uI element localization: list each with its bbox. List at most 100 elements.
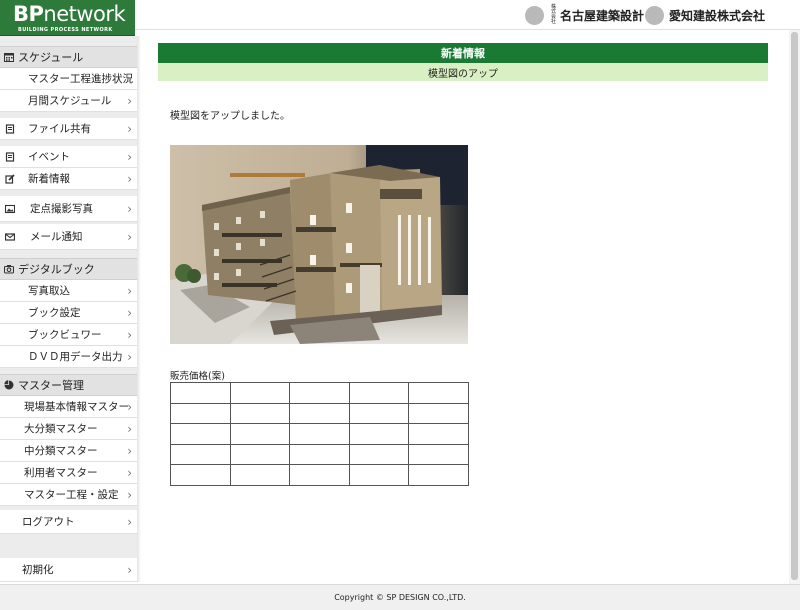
- sidebar-spacer: [0, 250, 137, 258]
- sidebar-item-major-category[interactable]: 大分類マスター ›: [0, 418, 137, 440]
- section-schedule-label: スケジュール: [18, 51, 84, 64]
- article-title: 模型図のアップ: [158, 63, 768, 81]
- chevron-right-icon: ›: [127, 71, 132, 86]
- app-window: 株式会社 名古屋建築設計 愛知建設株式会社 BPnetwork BUILDING…: [0, 0, 800, 610]
- chevron-right-icon: ›: [127, 421, 132, 436]
- model-photo[interactable]: [170, 145, 468, 344]
- section-schedule: スケジュール: [0, 46, 137, 68]
- table-row: [170, 402, 469, 425]
- sidebar-item-label: ファイル共有: [28, 123, 91, 135]
- table-cell: [289, 382, 350, 404]
- chevron-right-icon: ›: [127, 327, 132, 342]
- sidebar-shadow: [137, 36, 141, 582]
- sidebar-item-photo-import[interactable]: 写真取込 ›: [0, 280, 137, 302]
- logo-wordmark: BPnetwork: [13, 2, 126, 26]
- logout-button[interactable]: ログアウト ›: [0, 510, 137, 534]
- sidebar: スケジュール マスター工程進捗状況 › 月間スケジュール › ファイル共有 ›: [0, 36, 137, 582]
- table-cell: [348, 464, 410, 486]
- chevron-right-icon: ›: [127, 487, 132, 502]
- table-cell: [229, 464, 291, 486]
- chevron-right-icon: ›: [127, 443, 132, 458]
- sidebar-item-process-settings[interactable]: マスター工程・設定 ›: [0, 484, 137, 506]
- table-cell: [289, 464, 350, 486]
- table-cell: [408, 423, 469, 445]
- sidebar-item-event[interactable]: イベント ›: [0, 146, 137, 168]
- table-cell: [408, 402, 469, 425]
- chevron-right-icon: ›: [127, 349, 132, 364]
- chevron-right-icon: ›: [127, 121, 132, 136]
- sidebar-item-monthly-schedule[interactable]: 月間スケジュール ›: [0, 90, 137, 112]
- camera-icon: [4, 265, 14, 274]
- sidebar-item-news[interactable]: 新着情報 ›: [0, 168, 137, 190]
- table-row: [170, 423, 469, 445]
- sidebar-spacer: [0, 534, 137, 558]
- logo-tagline: BUILDING PROCESS NETWORK: [18, 27, 113, 33]
- table-cell: [170, 402, 231, 425]
- company-1-prefix: 株式会社: [550, 4, 556, 25]
- chevron-right-icon: ›: [127, 465, 132, 480]
- company-1: 株式会社 名古屋建築設計: [525, 5, 644, 25]
- sidebar-item-book-viewer[interactable]: ブックビュワー ›: [0, 324, 137, 346]
- table-cell: [170, 464, 231, 486]
- company-2-name: 愛知建設株式会社: [669, 8, 766, 23]
- price-table: [170, 382, 469, 486]
- sidebar-item-fixed-photo[interactable]: 定点撮影写真 ›: [0, 196, 137, 222]
- sidebar-item-book-settings[interactable]: ブック設定 ›: [0, 302, 137, 324]
- chevron-right-icon: ›: [127, 562, 132, 577]
- vertical-scrollbar[interactable]: [789, 30, 800, 584]
- copyright-text: Copyright © SP DESIGN CO.,LTD.: [334, 593, 466, 602]
- sidebar-item-master-progress[interactable]: マスター工程進捗状況 ›: [0, 68, 137, 90]
- table-row: [170, 443, 469, 466]
- table-cell: [229, 443, 291, 466]
- sidebar-item-mail[interactable]: メール通知 ›: [0, 224, 137, 250]
- section-digital-book-label: デジタルブック: [18, 263, 95, 276]
- sidebar-spacer: [0, 36, 137, 46]
- section-master-label: マスター管理: [18, 379, 84, 392]
- table-cell: [348, 402, 410, 425]
- sidebar-item-label: ＤＶＤ用データ出力: [28, 351, 123, 363]
- table-row: [170, 382, 469, 404]
- mail-icon: [5, 232, 15, 241]
- scrollbar-thumb[interactable]: [791, 32, 798, 580]
- company-2: 愛知建設株式会社: [645, 5, 765, 25]
- sidebar-item-user-master[interactable]: 利用者マスター ›: [0, 462, 137, 484]
- sidebar-item-label: メール通知: [30, 231, 83, 243]
- page-title: 新着情報: [158, 43, 768, 63]
- chevron-right-icon: ›: [127, 229, 132, 244]
- sidebar-item-label: ブックビュワー: [28, 329, 102, 341]
- table-cell: [229, 402, 291, 425]
- chevron-right-icon: ›: [127, 149, 132, 164]
- chevron-right-icon: ›: [127, 399, 132, 414]
- sidebar-item-dvd-export[interactable]: ＤＶＤ用データ出力 ›: [0, 346, 137, 368]
- section-master: マスター管理: [0, 374, 137, 396]
- company-2-avatar: [645, 5, 664, 25]
- table-cell: [348, 382, 410, 404]
- sidebar-item-file-share[interactable]: ファイル共有 ›: [0, 118, 137, 140]
- chevron-right-icon: ›: [127, 171, 132, 186]
- calendar-icon: [4, 53, 14, 62]
- table-cell: [408, 464, 469, 486]
- sidebar-item-label: マスター工程進捗状況: [28, 73, 133, 85]
- sidebar-item-label: マスター工程・設定: [24, 489, 119, 501]
- article-body: 模型図をアップしました。: [170, 111, 290, 122]
- building-model-image: [170, 145, 468, 344]
- table-cell: [170, 382, 231, 404]
- app-logo[interactable]: BPnetwork BUILDING PROCESS NETWORK: [0, 0, 135, 36]
- reset-label: 初期化: [22, 564, 54, 576]
- chevron-right-icon: ›: [127, 201, 132, 216]
- table-cell: [348, 423, 410, 445]
- sidebar-item-label: 大分類マスター: [24, 423, 98, 435]
- document-icon: [5, 151, 15, 162]
- table-cell: [289, 443, 350, 466]
- sidebar-item-mid-category[interactable]: 中分類マスター ›: [0, 440, 137, 462]
- table-cell: [229, 423, 291, 445]
- reset-button[interactable]: 初期化 ›: [0, 558, 137, 582]
- price-label: 販売価格(案): [170, 371, 225, 382]
- pie-chart-icon: [4, 380, 14, 390]
- chevron-right-icon: ›: [127, 283, 132, 298]
- sidebar-item-label: 定点撮影写真: [30, 203, 93, 215]
- sidebar-item-site-master[interactable]: 現場基本情報マスター ›: [0, 396, 137, 418]
- sidebar-item-label: 写真取込: [28, 285, 70, 297]
- sidebar-item-label: 新着情報: [28, 173, 70, 185]
- table-cell: [229, 382, 291, 404]
